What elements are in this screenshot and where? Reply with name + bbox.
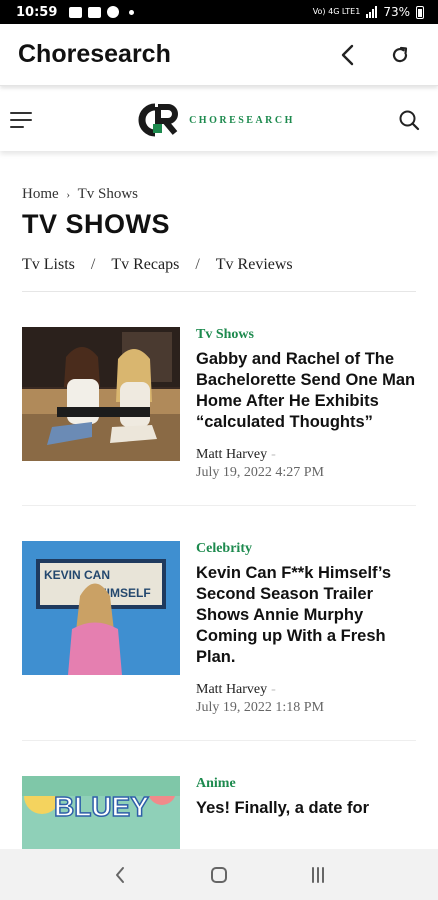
kevin-can-thumbnail-image: KEVIN CAN HIMSELF xyxy=(22,541,180,675)
thumb-sign-text-1: KEVIN CAN xyxy=(44,568,110,582)
article-headline[interactable]: Yes! Finally, a date for xyxy=(196,798,416,819)
article-thumbnail[interactable] xyxy=(22,327,180,461)
gallery-notification-icon xyxy=(69,6,83,18)
nav-back-icon xyxy=(115,866,124,883)
article-body: Celebrity Kevin Can F**k Himself’s Secon… xyxy=(196,541,416,716)
hamburger-line xyxy=(10,119,32,121)
status-time: 10:59 xyxy=(16,4,58,20)
nav-back-button[interactable] xyxy=(100,855,140,895)
search-icon xyxy=(399,110,420,131)
battery-icon xyxy=(416,5,424,19)
article-thumbnail[interactable]: KEVIN CAN HIMSELF xyxy=(22,541,180,675)
article-category[interactable]: Anime xyxy=(196,776,416,792)
refresh-button[interactable] xyxy=(380,35,420,75)
more-notifications-icon xyxy=(129,9,135,15)
app-title: Choresearch xyxy=(18,40,171,68)
app-notification-icon xyxy=(107,6,120,18)
breadcrumb-separator: › xyxy=(66,189,71,201)
app-bar: Choresearch xyxy=(0,24,438,86)
nav-home-button[interactable] xyxy=(199,855,239,895)
breadcrumb-home[interactable]: Home xyxy=(22,186,59,202)
network-indicator: Vo) 4G LTE1 xyxy=(312,7,361,16)
nav-recents-icon xyxy=(312,866,325,883)
choresearch-logo-icon xyxy=(138,103,179,137)
signal-icon xyxy=(366,6,378,18)
breadcrumb-current: Tv Shows xyxy=(77,186,139,202)
site-logo[interactable]: CHORESEARCH xyxy=(38,102,392,138)
article-card[interactable]: Tv Shows Gabby and Rachel of The Bachelo… xyxy=(22,292,416,506)
article-body: Tv Shows Gabby and Rachel of The Bachelo… xyxy=(196,327,416,481)
battery-percent: 73% xyxy=(383,5,410,19)
tab-tv-lists[interactable]: Tv Lists xyxy=(22,256,75,274)
nav-home-icon xyxy=(210,866,227,883)
article-card[interactable]: KEVIN CAN HIMSELF Celebrity Kevin Can F*… xyxy=(22,506,416,741)
article-author[interactable]: Matt Harvey xyxy=(196,682,267,697)
page-title: TV SHOWS xyxy=(22,209,171,239)
back-button[interactable] xyxy=(328,35,368,75)
article-author-line: Matt Harvey - xyxy=(196,447,416,463)
article-author-line: Matt Harvey - xyxy=(196,682,416,698)
category-tabs: Tv Lists / Tv Recaps / Tv Reviews xyxy=(22,256,416,292)
refresh-icon xyxy=(392,46,408,62)
article-date: July 19, 2022 1:18 PM xyxy=(196,700,324,715)
article-headline[interactable]: Kevin Can F**k Himself’s Second Season T… xyxy=(196,563,416,668)
meta-dash: - xyxy=(271,447,276,462)
search-button[interactable] xyxy=(392,103,426,137)
page-content: Home › Tv Shows TV SHOWS Tv Lists / Tv R… xyxy=(0,186,438,900)
article-category[interactable]: Tv Shows xyxy=(196,327,416,343)
meta-dash: - xyxy=(271,682,276,697)
tab-tv-recaps[interactable]: Tv Recaps xyxy=(111,256,179,274)
tab-tv-reviews[interactable]: Tv Reviews xyxy=(216,256,293,274)
article-headline[interactable]: Gabby and Rachel of The Bachelorette Sen… xyxy=(196,349,416,433)
site-header: CHORESEARCH xyxy=(0,89,438,151)
article-date: July 19, 2022 4:27 PM xyxy=(196,465,324,480)
tab-separator: / xyxy=(195,256,200,273)
menu-button[interactable] xyxy=(10,106,38,134)
article-author[interactable]: Matt Harvey xyxy=(196,447,267,462)
chevron-left-icon xyxy=(341,44,354,65)
hamburger-line xyxy=(10,126,24,128)
logo-wordmark: CHORESEARCH xyxy=(189,114,295,126)
bachelorette-thumbnail-image xyxy=(22,327,180,461)
youtube-notification-icon xyxy=(88,6,102,18)
thumb-title-text: BLUEY xyxy=(54,791,149,822)
status-bar: 10:59 Vo) 4G LTE1 73% xyxy=(0,0,438,24)
system-navigation-bar xyxy=(0,849,438,900)
breadcrumb: Home › Tv Shows xyxy=(22,186,416,203)
hamburger-icon xyxy=(10,112,32,114)
nav-recents-button[interactable] xyxy=(298,855,338,895)
article-category[interactable]: Celebrity xyxy=(196,541,416,557)
tab-separator: / xyxy=(90,256,96,273)
